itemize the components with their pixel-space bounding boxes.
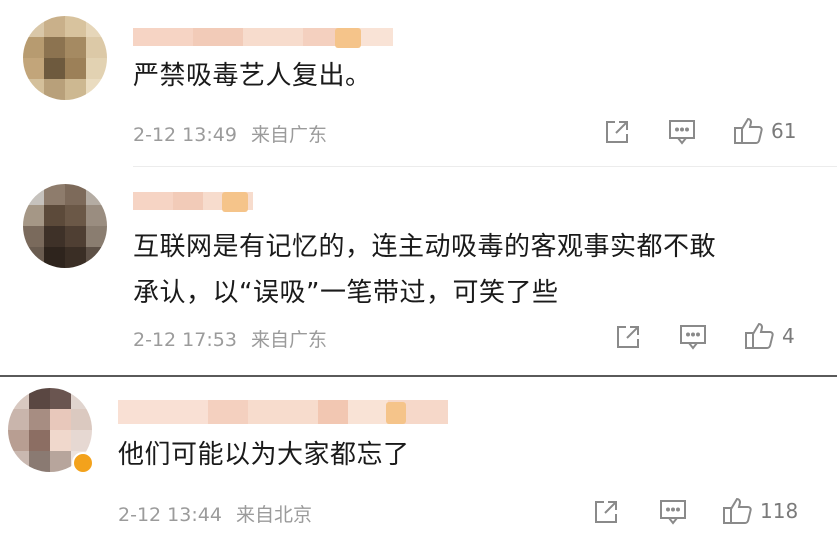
like-count: 61 xyxy=(771,119,797,143)
screenshot-separator xyxy=(0,375,837,377)
comment-meta: 2-12 17:53 来自广东 xyxy=(133,325,327,352)
comment-time: 2-12 13:44 xyxy=(118,504,222,526)
comment-icon xyxy=(680,325,706,350)
member-badge xyxy=(386,402,406,424)
share-button[interactable] xyxy=(603,118,631,146)
comment-text: 互联网是有记忆的，连主动吸毒的客观事实都不敢 承认，以“误吸”一笔带过，可笑了些 xyxy=(133,224,716,316)
like-count: 118 xyxy=(760,499,799,523)
thumbs-up-icon xyxy=(723,497,752,524)
share-button[interactable] xyxy=(614,323,642,351)
share-button[interactable] xyxy=(592,498,620,526)
comment-text: 严禁吸毒艺人复出。 xyxy=(133,53,372,99)
comment-item: 严禁吸毒艺人复出。 2-12 13:49 来自广东 61 xyxy=(0,0,837,170)
avatar[interactable] xyxy=(23,184,107,268)
share-icon xyxy=(617,326,639,348)
comment-location: 来自北京 xyxy=(235,504,312,526)
comment-button[interactable] xyxy=(667,118,697,146)
verified-badge xyxy=(222,192,248,212)
verified-badge xyxy=(72,452,94,474)
like-button[interactable]: 61 xyxy=(733,116,796,146)
like-button[interactable]: 118 xyxy=(722,496,798,526)
comment-meta: 2-12 13:44 来自北京 xyxy=(118,500,312,527)
comment-icon xyxy=(660,500,686,525)
thumbs-up-icon xyxy=(734,117,763,144)
thumbs-up-icon xyxy=(745,322,774,349)
comment-meta: 2-12 13:49 来自广东 xyxy=(133,120,327,147)
comment-text: 他们可能以为大家都忘了 xyxy=(118,432,410,478)
share-icon xyxy=(595,501,617,523)
comment-location: 来自广东 xyxy=(250,124,327,146)
comment-time: 2-12 17:53 xyxy=(133,329,237,351)
comment-item: 他们可能以为大家都忘了 2-12 13:44 来自北京 118 xyxy=(0,378,837,541)
comment-icon xyxy=(669,120,695,145)
comment-button[interactable] xyxy=(678,323,708,351)
comment-text-line: 互联网是有记忆的，连主动吸毒的客观事实都不敢 xyxy=(133,232,717,262)
divider xyxy=(133,166,837,167)
avatar[interactable] xyxy=(23,16,107,100)
share-icon xyxy=(606,121,628,143)
verified-badge xyxy=(335,28,361,48)
like-button[interactable]: 4 xyxy=(744,321,795,351)
comment-button[interactable] xyxy=(658,498,688,526)
comment-location: 来自广东 xyxy=(250,329,327,351)
comment-text-line: 他们可能以为大家都忘了 xyxy=(118,440,410,470)
comment-text-line: 承认，以“误吸”一笔带过，可笑了些 xyxy=(133,278,559,308)
like-count: 4 xyxy=(782,324,795,348)
comment-item: 互联网是有记忆的，连主动吸毒的客观事实都不敢 承认，以“误吸”一笔带过，可笑了些… xyxy=(0,170,837,374)
comment-time: 2-12 13:49 xyxy=(133,124,237,146)
comment-text-line: 严禁吸毒艺人复出。 xyxy=(133,61,372,91)
